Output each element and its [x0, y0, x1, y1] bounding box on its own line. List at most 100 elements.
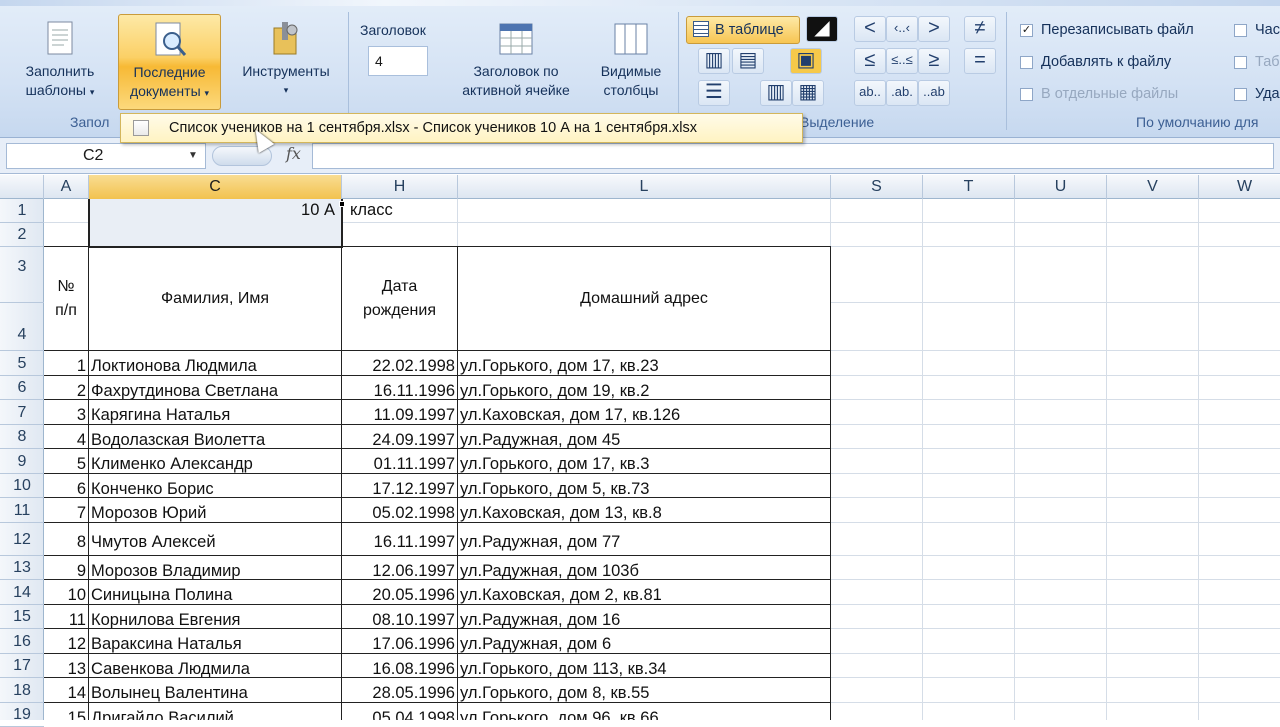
- row-header-5[interactable]: 5: [0, 351, 44, 376]
- select-mode-button[interactable]: ◢: [806, 16, 838, 42]
- column-header-w[interactable]: W: [1199, 175, 1280, 199]
- row-header-13[interactable]: 13: [0, 556, 44, 580]
- select-columns-button[interactable]: ▥: [760, 80, 792, 106]
- column-header-c[interactable]: C: [89, 175, 342, 199]
- select-column-button[interactable]: ▥: [698, 48, 730, 74]
- greater-than-button[interactable]: >: [918, 16, 950, 42]
- row-header-16[interactable]: 16: [0, 629, 44, 654]
- row-header-11[interactable]: 11: [0, 498, 44, 523]
- student-name-cell[interactable]: Морозов Юрий: [91, 498, 339, 523]
- select-row-button[interactable]: ▤: [732, 48, 764, 74]
- student-name-cell[interactable]: Водолазская Виолетта: [91, 425, 339, 449]
- equal-button[interactable]: =: [964, 48, 996, 74]
- student-number-cell[interactable]: 2: [46, 376, 86, 400]
- student-number-cell[interactable]: 7: [46, 498, 86, 523]
- select-all-corner[interactable]: [0, 175, 44, 199]
- student-name-cell[interactable]: Вараксина Наталья: [91, 629, 339, 654]
- student-address-cell[interactable]: ул.Каховская, дом 2, кв.81: [460, 580, 828, 605]
- student-address-cell[interactable]: ул.Горького, дом 96, кв.66: [460, 703, 828, 720]
- student-address-cell[interactable]: ул.Горького, дом 8, кв.55: [460, 678, 828, 703]
- student-dob-cell[interactable]: 16.11.1997: [344, 523, 455, 556]
- student-address-cell[interactable]: ул.Каховская, дом 17, кв.126: [460, 400, 828, 425]
- student-address-cell[interactable]: ул.Каховская, дом 13, кв.8: [460, 498, 828, 523]
- student-number-cell[interactable]: 4: [46, 425, 86, 449]
- column-header-t[interactable]: T: [923, 175, 1015, 199]
- student-name-cell[interactable]: Чмутов Алексей: [91, 523, 339, 556]
- option-cut-2-checkbox[interactable]: Таб: [1234, 54, 1280, 70]
- student-name-cell[interactable]: Локтионова Людмила: [91, 351, 339, 376]
- fill-handle[interactable]: [339, 201, 345, 207]
- select-grid-button[interactable]: ▦: [792, 80, 824, 106]
- student-dob-cell[interactable]: 17.06.1996: [344, 629, 455, 654]
- not-equal-button[interactable]: ≠: [964, 16, 996, 42]
- student-dob-cell[interactable]: 28.05.1996: [344, 678, 455, 703]
- fill-templates-button[interactable]: Заполнить шаблоны ▾: [10, 14, 110, 112]
- class-title-cell[interactable]: 10 А: [89, 201, 339, 220]
- row-header-10[interactable]: 10: [0, 474, 44, 498]
- student-number-cell[interactable]: 12: [46, 629, 86, 654]
- row-header-2[interactable]: 2: [0, 223, 44, 247]
- text-start-button[interactable]: ab..: [854, 80, 886, 106]
- between-button[interactable]: ‹..‹: [886, 16, 918, 42]
- chevron-down-icon[interactable]: ▼: [188, 150, 198, 161]
- row-header-6[interactable]: 6: [0, 376, 44, 400]
- student-dob-cell[interactable]: 16.08.1996: [344, 654, 455, 678]
- student-number-cell[interactable]: 10: [46, 580, 86, 605]
- student-address-cell[interactable]: ул.Радужная, дом 103б: [460, 556, 828, 580]
- student-number-cell[interactable]: 9: [46, 556, 86, 580]
- less-equal-button[interactable]: ≤: [854, 48, 886, 74]
- option-cut-1-checkbox[interactable]: Час: [1234, 22, 1280, 38]
- student-dob-cell[interactable]: 24.09.1997: [344, 425, 455, 449]
- row-header-15[interactable]: 15: [0, 605, 44, 629]
- student-dob-cell[interactable]: 17.12.1997: [344, 474, 455, 498]
- student-address-cell[interactable]: ул.Радужная, дом 6: [460, 629, 828, 654]
- row-header-4[interactable]: 4: [0, 303, 44, 351]
- row-header-12[interactable]: 12: [0, 523, 44, 556]
- less-than-button[interactable]: <: [854, 16, 886, 42]
- column-header-l[interactable]: L: [458, 175, 831, 199]
- header-by-active-cell-button[interactable]: Заголовок по активной ячейке: [440, 14, 592, 110]
- between-equal-button[interactable]: ≤..≤: [886, 48, 918, 74]
- append-file-checkbox[interactable]: Добавлять к файлу: [1020, 54, 1171, 70]
- student-number-cell[interactable]: 13: [46, 654, 86, 678]
- student-address-cell[interactable]: ул.Горького, дом 17, кв.23: [460, 351, 828, 376]
- select-list-button[interactable]: ☰: [698, 80, 730, 106]
- student-dob-cell[interactable]: 01.11.1997: [344, 449, 455, 474]
- row-header-7[interactable]: 7: [0, 400, 44, 425]
- recent-documents-menu-item[interactable]: Список учеников на 1 сентября.xlsx - Спи…: [120, 113, 803, 143]
- student-name-cell[interactable]: Корнилова Евгения: [91, 605, 339, 629]
- student-name-cell[interactable]: Морозов Владимир: [91, 556, 339, 580]
- visible-columns-button[interactable]: Видимые столбцы: [592, 14, 670, 110]
- student-number-cell[interactable]: 15: [46, 703, 86, 720]
- header-dob-cell[interactable]: Дата рождения: [342, 247, 457, 350]
- row-header-18[interactable]: 18: [0, 678, 44, 703]
- formula-input[interactable]: [312, 143, 1274, 169]
- tools-button[interactable]: Инструменты ▾: [228, 14, 344, 110]
- column-header-v[interactable]: V: [1107, 175, 1199, 199]
- function-icon[interactable]: fx: [286, 144, 301, 163]
- student-name-cell[interactable]: Синицына Полина: [91, 580, 339, 605]
- student-dob-cell[interactable]: 16.11.1996: [344, 376, 455, 400]
- column-header-u[interactable]: U: [1015, 175, 1107, 199]
- student-address-cell[interactable]: ул.Радужная, дом 77: [460, 523, 828, 556]
- row-header-1[interactable]: 1: [0, 199, 44, 223]
- student-number-cell[interactable]: 11: [46, 605, 86, 629]
- student-name-cell[interactable]: Савенкова Людмила: [91, 654, 339, 678]
- student-dob-cell[interactable]: 11.09.1997: [344, 400, 455, 425]
- option-cut-3-checkbox[interactable]: Уда: [1234, 86, 1280, 102]
- header-num-cell[interactable]: № п/п: [44, 247, 88, 350]
- student-dob-cell[interactable]: 20.05.1996: [344, 580, 455, 605]
- student-number-cell[interactable]: 1: [46, 351, 86, 376]
- class-label-cell[interactable]: класс: [350, 201, 450, 220]
- student-address-cell[interactable]: ул.Горького, дом 19, кв.2: [460, 376, 828, 400]
- student-number-cell[interactable]: 8: [46, 523, 86, 556]
- student-number-cell[interactable]: 14: [46, 678, 86, 703]
- student-address-cell[interactable]: ул.Радужная, дом 16: [460, 605, 828, 629]
- student-name-cell[interactable]: Клименко Александр: [91, 449, 339, 474]
- student-address-cell[interactable]: ул.Горького, дом 5, кв.73: [460, 474, 828, 498]
- row-header-8[interactable]: 8: [0, 425, 44, 449]
- text-end-button[interactable]: ..ab: [918, 80, 950, 106]
- separate-files-checkbox[interactable]: В отдельные файлы: [1020, 86, 1178, 102]
- student-dob-cell[interactable]: 22.02.1998: [344, 351, 455, 376]
- header-address-cell[interactable]: Домашний адрес: [458, 247, 830, 350]
